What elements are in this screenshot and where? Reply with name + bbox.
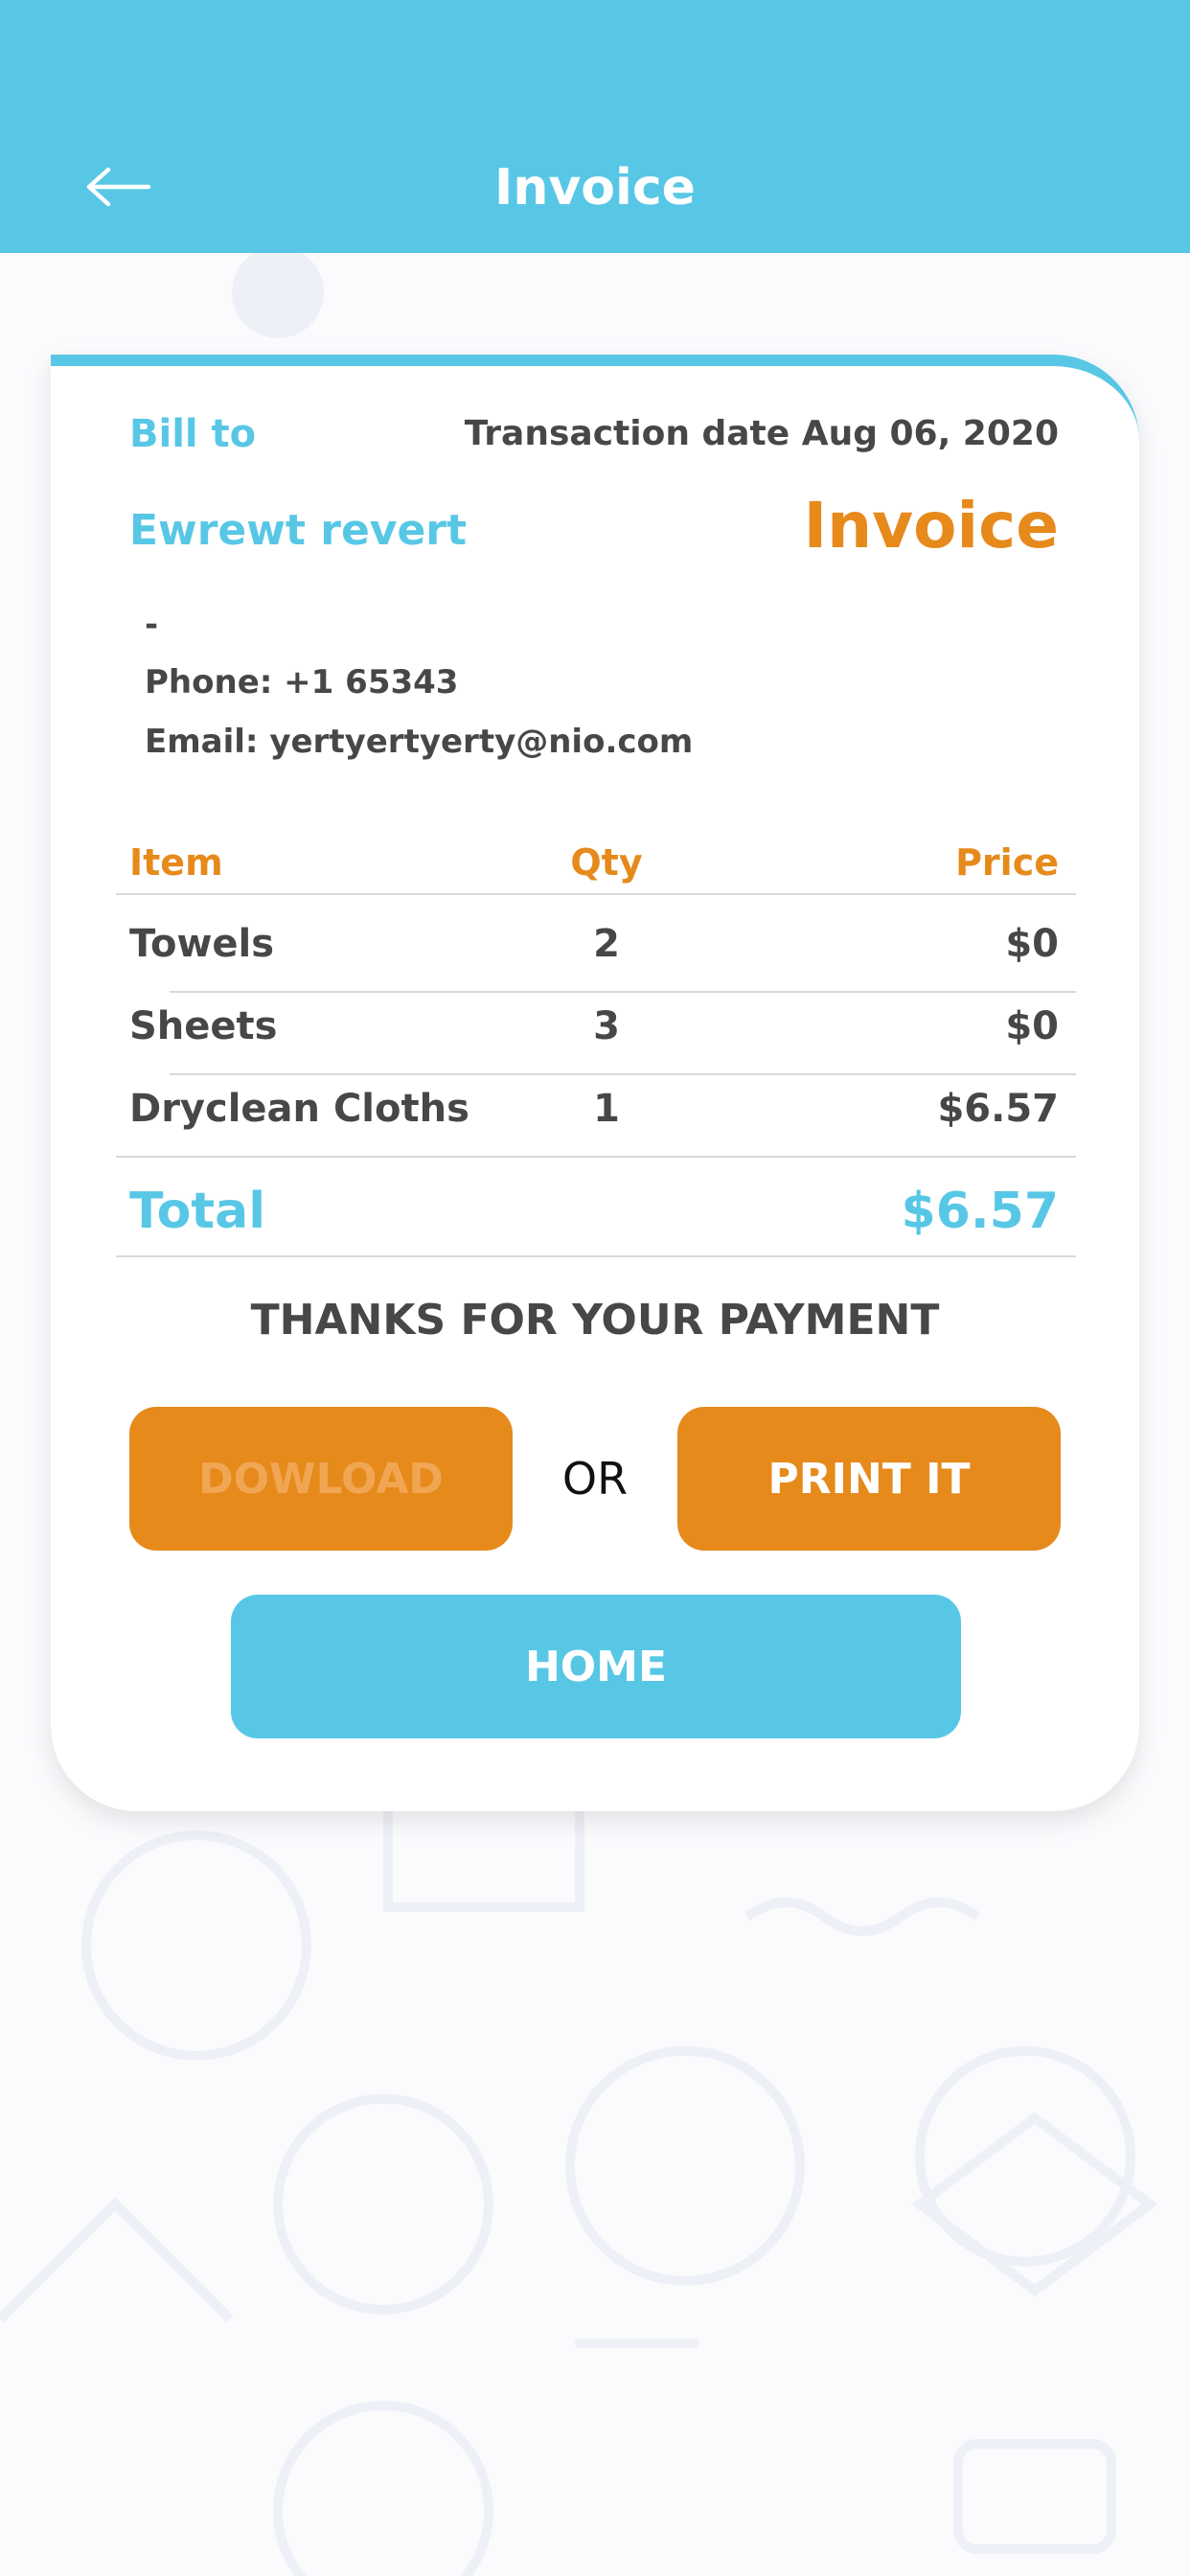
- column-header-price: Price: [955, 841, 1059, 884]
- download-button-label: DOWLOAD: [198, 1454, 444, 1504]
- customer-name: Ewrewt revert: [129, 506, 468, 555]
- item-qty: 1: [593, 1087, 620, 1131]
- item-price: $0: [1005, 922, 1059, 966]
- item-qty: 3: [593, 1004, 620, 1048]
- app-header: Invoice: [0, 0, 1190, 253]
- print-button[interactable]: PRINT IT: [677, 1407, 1061, 1551]
- items-divider: [116, 1156, 1076, 1158]
- column-header-item: Item: [129, 841, 223, 884]
- item-name: Towels: [129, 922, 275, 966]
- home-button-label: HOME: [524, 1642, 668, 1691]
- customer-phone: Phone: +1 65343: [145, 663, 459, 702]
- transaction-date: Transaction date Aug 06, 2020: [464, 414, 1059, 453]
- or-separator: OR: [561, 1453, 629, 1505]
- item-price: $0: [1005, 1004, 1059, 1048]
- item-qty: 2: [593, 922, 620, 966]
- thanks-message: THANKS FOR YOUR PAYMENT: [250, 1296, 940, 1345]
- column-header-qty: Qty: [570, 841, 643, 884]
- invoice-heading: Invoice: [803, 489, 1059, 563]
- row-divider: [170, 1073, 1076, 1075]
- customer-address: -: [145, 606, 159, 644]
- invoice-card: Bill to Transaction date Aug 06, 2020 Ew…: [51, 355, 1139, 1811]
- total-label: Total: [129, 1183, 266, 1240]
- item-price: $6.57: [937, 1087, 1059, 1131]
- page-title: Invoice: [494, 159, 696, 217]
- customer-email: Email: yertyertyerty@nio.com: [145, 723, 694, 761]
- table-header-divider: [116, 893, 1076, 895]
- item-name: Sheets: [129, 1004, 278, 1048]
- total-value: $6.57: [901, 1183, 1059, 1240]
- total-divider: [116, 1255, 1076, 1257]
- bill-to-label: Bill to: [129, 412, 257, 456]
- row-divider: [170, 991, 1076, 993]
- download-button[interactable]: DOWLOAD: [129, 1407, 513, 1551]
- item-name: Dryclean Cloths: [129, 1087, 469, 1131]
- print-button-label: PRINT IT: [767, 1454, 971, 1504]
- home-button[interactable]: HOME: [231, 1595, 961, 1738]
